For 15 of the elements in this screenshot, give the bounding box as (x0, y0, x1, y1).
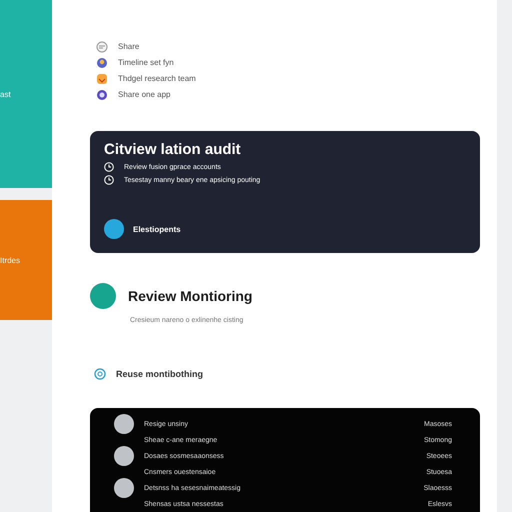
chat-icon (96, 40, 108, 52)
clock-icon (104, 175, 114, 185)
clock-icon (104, 162, 114, 172)
menu-item[interactable]: Share one app (118, 90, 170, 99)
refresh-icon (94, 368, 106, 380)
menu-item[interactable]: Share (118, 42, 140, 51)
user-icon (96, 56, 108, 68)
card-title: Citview lation audit (104, 141, 242, 158)
menu-item[interactable]: Thdgel research team (118, 74, 196, 83)
section-title: Review Montioring (128, 288, 252, 304)
bag-icon (96, 72, 108, 84)
shield-icon (96, 88, 108, 100)
monitoring-link[interactable]: Reuse montibothing (116, 369, 203, 379)
action-link[interactable]: Elestiopents (133, 224, 181, 234)
menu-item[interactable]: Timeline set fyn (118, 58, 174, 67)
